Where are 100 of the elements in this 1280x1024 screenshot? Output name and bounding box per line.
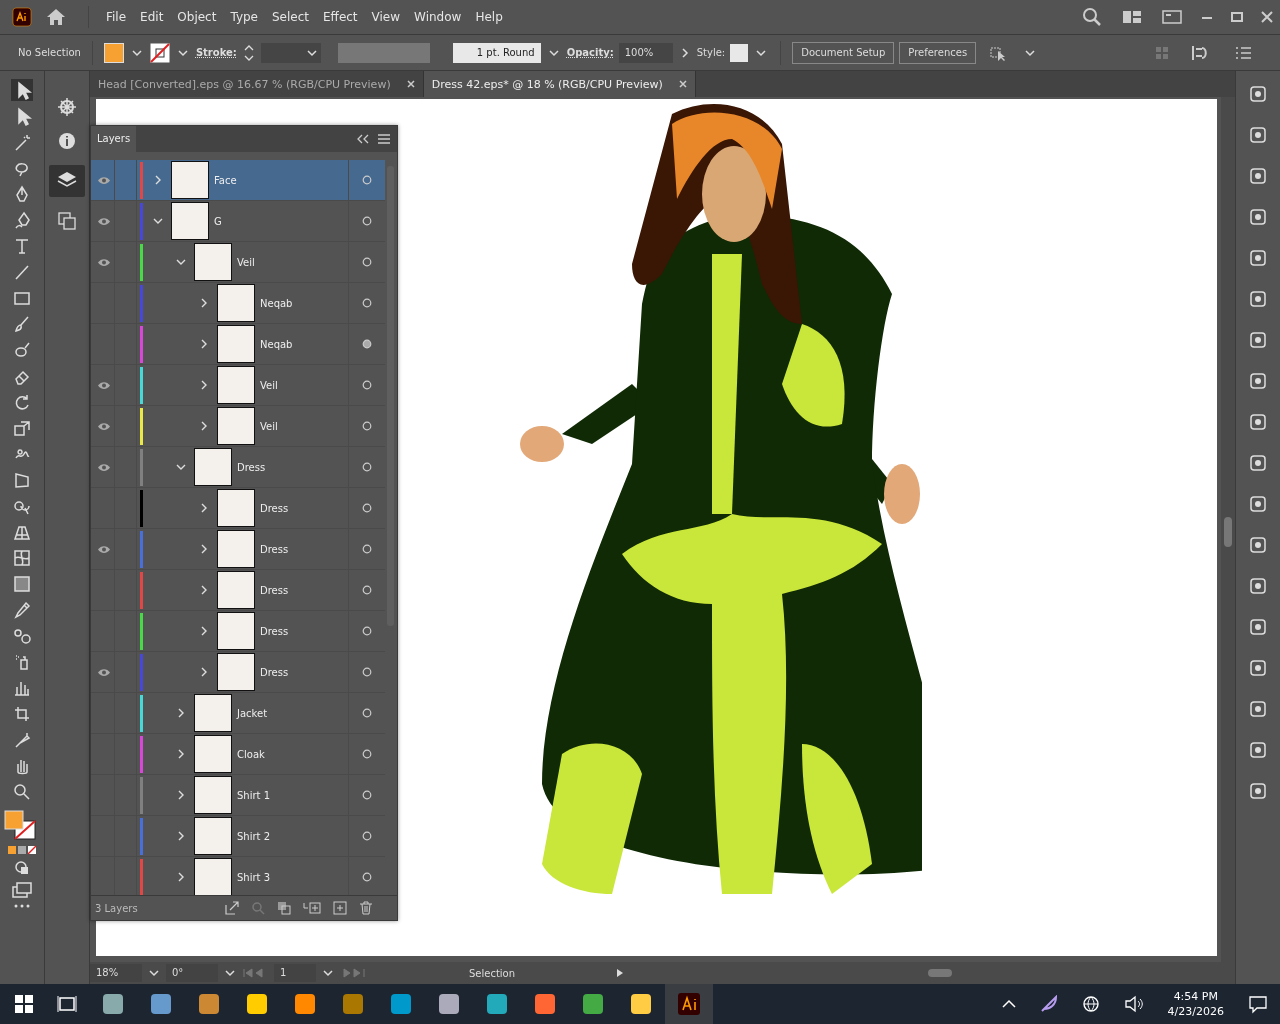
opacity-field[interactable]: 100% xyxy=(618,42,673,63)
close-icon[interactable] xyxy=(1260,10,1274,24)
chevron-down-icon[interactable] xyxy=(323,969,333,977)
target-circle-icon[interactable] xyxy=(362,421,372,431)
chevron-down-icon[interactable] xyxy=(306,48,317,57)
target-circle-icon[interactable] xyxy=(362,667,372,677)
feather-icon[interactable] xyxy=(1039,995,1058,1013)
menu-item[interactable]: Edit xyxy=(135,7,169,27)
menu-item[interactable]: Help xyxy=(470,7,508,27)
brush-dropdown[interactable]: 1 pt. Round xyxy=(452,42,541,63)
chevron-down-icon[interactable] xyxy=(756,48,767,57)
start-icon[interactable] xyxy=(15,995,33,1013)
target-circle-icon[interactable] xyxy=(362,708,372,718)
eyedropper-icon[interactable] xyxy=(11,599,33,621)
menu-item[interactable]: Effect xyxy=(318,7,363,27)
chevron-icon[interactable] xyxy=(199,544,209,554)
clipping-mask-icon[interactable] xyxy=(277,901,291,915)
layer-row[interactable]: Dress xyxy=(91,611,385,652)
artboards-icon[interactable] xyxy=(57,211,77,231)
menu-item[interactable]: View xyxy=(366,7,406,27)
draw-mode-icon[interactable] xyxy=(13,859,31,877)
chevron-down-icon[interactable] xyxy=(225,969,235,977)
target-circle-icon[interactable] xyxy=(362,298,372,308)
maximize-icon[interactable] xyxy=(1230,10,1244,24)
list-icon[interactable] xyxy=(1234,45,1252,60)
home-icon[interactable] xyxy=(46,8,66,26)
layer-row[interactable]: Neqab xyxy=(91,324,385,365)
toolbar-button[interactable]: Document Setup xyxy=(792,41,895,64)
rotation-field[interactable]: 0° xyxy=(166,964,218,982)
chevron-icon[interactable] xyxy=(176,462,186,472)
export-icon[interactable] xyxy=(225,901,239,915)
target-circle-icon[interactable] xyxy=(362,380,372,390)
chevron-icon[interactable] xyxy=(199,503,209,513)
artboard-field[interactable]: 1 xyxy=(274,964,316,982)
target-circle-icon[interactable] xyxy=(362,831,372,841)
trash-icon[interactable] xyxy=(359,901,373,915)
ship-wheel-icon[interactable] xyxy=(57,97,77,117)
chevron-down-icon[interactable] xyxy=(548,48,559,57)
toolbar-button[interactable]: Preferences xyxy=(899,41,977,64)
screen-mode-icon[interactable] xyxy=(11,881,33,899)
close-icon[interactable] xyxy=(406,80,415,88)
chevron-right-icon[interactable] xyxy=(680,47,689,58)
close-icon[interactable] xyxy=(678,80,687,88)
new-sublayer-icon[interactable] xyxy=(303,901,321,915)
layers-icon[interactable] xyxy=(49,165,85,197)
chevron-icon[interactable] xyxy=(176,831,186,841)
chevron-icon[interactable] xyxy=(176,749,186,759)
target-circle-icon[interactable] xyxy=(362,544,372,554)
menu-item[interactable]: Type xyxy=(225,7,263,27)
layer-row[interactable]: Jacket xyxy=(91,693,385,734)
workspace-icon[interactable] xyxy=(1122,9,1142,25)
fill-swatch[interactable] xyxy=(103,42,124,63)
chevron-icon[interactable] xyxy=(153,216,163,226)
menu-item[interactable]: Window xyxy=(409,7,467,27)
panel-icon[interactable] xyxy=(1162,9,1182,25)
zoom-field[interactable]: 18% xyxy=(90,964,142,982)
clock-date[interactable]: 4/23/2026 xyxy=(1167,1004,1224,1019)
chevron-icon[interactable] xyxy=(199,339,209,349)
chevron-icon[interactable] xyxy=(199,585,209,595)
menu-icon[interactable] xyxy=(377,133,391,145)
chevron-icon[interactable] xyxy=(176,257,186,267)
chevron-icon[interactable] xyxy=(176,708,186,718)
chevron-down-icon[interactable] xyxy=(177,48,188,57)
task-view-icon[interactable] xyxy=(57,995,77,1013)
style-swatch[interactable] xyxy=(730,43,749,62)
layer-row[interactable]: Shirt 1 xyxy=(91,775,385,816)
mesh-icon[interactable] xyxy=(11,547,33,569)
search-icon[interactable] xyxy=(1082,7,1102,27)
layer-row[interactable]: Dress xyxy=(91,570,385,611)
speaker-icon[interactable] xyxy=(1123,995,1144,1013)
color-mode-icon[interactable] xyxy=(7,845,37,855)
layer-row[interactable]: Shirt 3 xyxy=(91,857,385,895)
layer-row[interactable]: Face xyxy=(91,160,385,201)
menu-item[interactable]: Select xyxy=(267,7,315,27)
chevron-icon[interactable] xyxy=(153,175,163,185)
opacity-label[interactable]: Opacity: xyxy=(566,47,614,58)
stroke-swatch[interactable] xyxy=(149,42,170,63)
chevron-icon[interactable] xyxy=(199,626,209,636)
chevron-icon[interactable] xyxy=(199,667,209,677)
chevron-down-icon[interactable] xyxy=(1025,48,1036,57)
target-circle-icon[interactable] xyxy=(362,585,372,595)
layer-row[interactable]: Dress xyxy=(91,529,385,570)
menu-item[interactable]: File xyxy=(101,7,132,27)
scroll-thumb[interactable] xyxy=(1224,517,1232,547)
chevron-icon[interactable] xyxy=(199,380,209,390)
layer-row[interactable]: G xyxy=(91,201,385,242)
current-tool-label[interactable]: Selection xyxy=(372,967,612,979)
layer-row[interactable]: Neqab xyxy=(91,283,385,324)
new-layer-icon[interactable] xyxy=(333,901,347,915)
layer-row[interactable]: Cloak xyxy=(91,734,385,775)
layer-row[interactable]: Veil xyxy=(91,365,385,406)
stroke-label[interactable]: Stroke: xyxy=(195,47,237,58)
chevron-icon[interactable] xyxy=(176,790,186,800)
app-icon[interactable] xyxy=(665,984,713,1024)
chevron-down-icon[interactable] xyxy=(149,969,159,977)
target-circle-icon[interactable] xyxy=(362,872,372,882)
collapse-icon[interactable] xyxy=(357,134,369,144)
layer-row[interactable]: Dress xyxy=(91,447,385,488)
chevron-icon[interactable] xyxy=(176,872,186,882)
target-circle-icon[interactable] xyxy=(362,339,372,349)
